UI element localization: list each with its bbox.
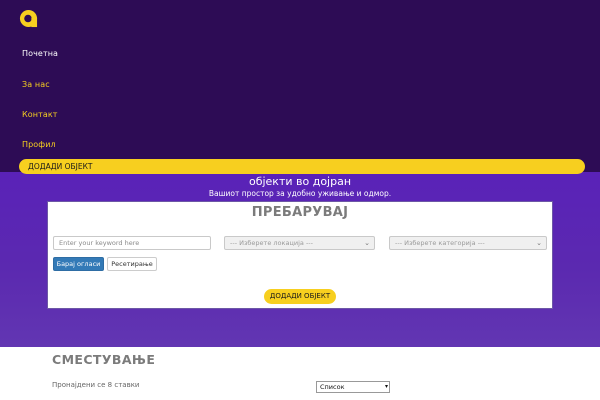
nav-item-home[interactable]: Почетна bbox=[22, 49, 58, 58]
nav-item-profile[interactable]: Профил bbox=[22, 140, 56, 149]
category-placeholder: --- Изберете категорија --- bbox=[395, 239, 485, 247]
add-object-button[interactable]: ДОДАДИ ОБЈЕКТ bbox=[264, 289, 336, 304]
search-button[interactable]: Барај огласи bbox=[53, 257, 104, 271]
site-header bbox=[0, 0, 600, 172]
view-mode-value: Список bbox=[320, 383, 345, 391]
search-title: ПРЕБАРУВАЈ bbox=[251, 205, 349, 220]
section-title: СМЕСТУВАЊЕ bbox=[52, 352, 156, 367]
chevron-down-icon: ⌄ bbox=[364, 239, 370, 247]
keyword-placeholder: Enter your keyword here bbox=[59, 239, 140, 247]
reset-button[interactable]: Ресетирање bbox=[107, 257, 157, 271]
chevron-down-icon: ⌄ bbox=[536, 239, 542, 247]
location-placeholder: --- Изберете локација --- bbox=[230, 239, 313, 247]
location-select[interactable]: --- Изберете локација --- ⌄ bbox=[224, 236, 375, 250]
hero-subtitle: Вашиот простор за удобно уживање и одмор… bbox=[208, 189, 392, 198]
category-select[interactable]: --- Изберете категорија --- ⌄ bbox=[389, 236, 547, 250]
hero-title: објекти во дојран bbox=[248, 175, 352, 188]
results-count: Пронајдени се 8 ставки bbox=[52, 381, 140, 389]
brand-logo-icon[interactable] bbox=[19, 9, 38, 28]
keyword-input[interactable]: Enter your keyword here bbox=[53, 236, 211, 250]
view-mode-select[interactable]: Список ▾ bbox=[316, 381, 390, 393]
add-object-nav-button[interactable]: ДОДАДИ ОБЈЕКТ bbox=[19, 159, 585, 174]
nav-item-contact[interactable]: Контакт bbox=[22, 110, 58, 119]
nav-item-about[interactable]: За нас bbox=[22, 80, 50, 89]
chevron-down-icon: ▾ bbox=[384, 383, 388, 390]
